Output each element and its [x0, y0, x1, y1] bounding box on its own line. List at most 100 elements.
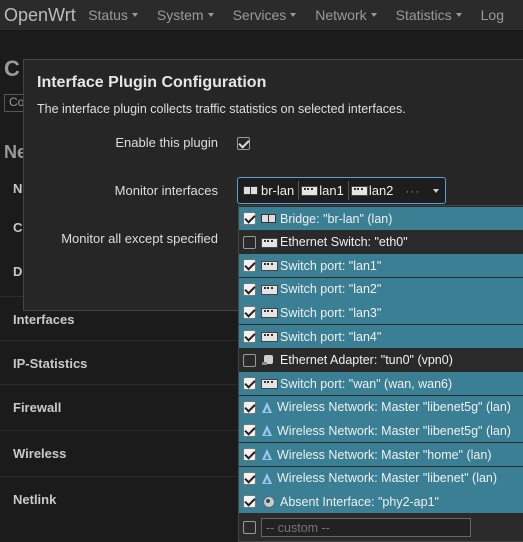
option-label: Wireless Network: Master "libenet5g" (la…: [277, 400, 511, 415]
enable-plugin-label: Enable this plugin: [115, 135, 218, 150]
option-checkbox[interactable]: [243, 495, 256, 509]
chevron-down-icon: [455, 13, 462, 17]
option-checkbox[interactable]: [243, 212, 256, 225]
nav-services[interactable]: Services: [233, 7, 297, 23]
switch-icon: [261, 237, 278, 248]
nav-system-label: System: [156, 7, 204, 23]
switch-icon: [261, 378, 278, 390]
switch-icon: [350, 185, 368, 196]
option-checkbox[interactable]: [243, 400, 256, 414]
interface-option[interactable]: Switch port: "lan4": [239, 325, 523, 348]
config-tab[interactable]: Co: [4, 94, 24, 112]
more-indicator: ···: [405, 183, 421, 198]
nav-status-label: Status: [88, 7, 128, 23]
chevron-down-icon: [433, 189, 439, 193]
option-checkbox[interactable]: [243, 282, 256, 296]
chip-label: lan2: [368, 183, 394, 198]
chevron-down-icon: [370, 13, 377, 17]
option-checkbox[interactable]: [243, 235, 256, 249]
plugin-row-label: Firewall: [13, 400, 62, 415]
chip-label: br-lan: [261, 183, 295, 198]
custom-option[interactable]: [239, 516, 523, 539]
modal-title: Interface Plugin Configuration: [37, 74, 267, 91]
chevron-down-icon: [290, 13, 297, 17]
nav-statistics[interactable]: Statistics: [396, 7, 462, 23]
interface-option[interactable]: Bridge: "br-lan" (lan): [239, 207, 523, 230]
interface-option[interactable]: Wireless Network: Master "libenet5g" (la…: [239, 395, 523, 419]
chip-label: lan1: [319, 183, 344, 198]
wifi-icon: [261, 449, 273, 460]
option-label: Bridge: "br-lan" (lan): [280, 211, 393, 226]
option-label: Switch port: "lan2": [280, 282, 382, 297]
switch-icon: [261, 331, 278, 342]
option-label: Ethernet Adapter: "tun0" (vpn0): [280, 353, 453, 368]
enable-plugin-checkbox[interactable]: [237, 137, 250, 150]
option-checkbox[interactable]: [243, 330, 256, 343]
option-label: Ethernet Switch: "eth0": [280, 235, 408, 250]
option-checkbox[interactable]: [243, 377, 256, 391]
switch-icon: [261, 260, 278, 272]
option-label: Wireless Network: Master "home" (lan): [277, 447, 492, 462]
option-label: Switch port: "lan3": [280, 305, 382, 320]
option-label: Switch port: "wan" (wan, wan6): [280, 376, 453, 391]
selected-chip-lan2: lan2: [349, 181, 398, 200]
option-label: Wireless Network: Master "libenet5g" (la…: [277, 423, 511, 438]
monitor-except-label: Monitor all except specified: [61, 231, 218, 246]
interface-option[interactable]: Ethernet Adapter: "tun0" (vpn0): [239, 348, 523, 372]
option-checkbox[interactable]: [243, 259, 256, 273]
option-checkbox[interactable]: [243, 306, 256, 320]
nav-services-label: Services: [232, 7, 287, 23]
plugin-row-firewall[interactable]: Firewall: [0, 384, 240, 430]
option-label: Switch port: "lan1": [280, 258, 382, 273]
switch-icon: [261, 307, 278, 319]
chevron-down-icon: [131, 13, 138, 17]
plugin-row-label: IP-Statistics: [13, 356, 88, 371]
interface-option[interactable]: Ethernet Switch: "eth0": [239, 230, 523, 254]
nav-logout[interactable]: Log: [481, 7, 504, 23]
selected-chip-lan1: lan1: [299, 181, 349, 200]
option-label: Wireless Network: Master "libenet" (lan): [277, 471, 498, 486]
nav-system[interactable]: System: [157, 7, 214, 23]
plugin-row-netlink[interactable]: Netlink: [0, 476, 240, 522]
plugin-row-ip-statistics[interactable]: IP-Statistics: [0, 340, 240, 386]
interface-option[interactable]: Switch port: "wan" (wan, wan6): [239, 372, 523, 396]
nav-network-label: Network: [315, 7, 367, 23]
page-title: C: [4, 56, 20, 81]
chevron-down-icon: [207, 13, 214, 17]
option-checkbox[interactable]: [243, 424, 256, 438]
nav-status[interactable]: Status: [88, 7, 138, 23]
wifi-icon: [261, 401, 273, 413]
option-checkbox[interactable]: [243, 471, 256, 485]
monitor-interfaces-select[interactable]: br-lan lan1 lan2 ···: [237, 177, 446, 204]
row-label-n: N: [13, 181, 23, 196]
option-label: Absent Interface: "phy2-ap1": [280, 494, 439, 509]
option-checkbox[interactable]: [243, 448, 256, 461]
interface-option[interactable]: Wireless Network: Master "home" (lan): [239, 443, 523, 466]
monitor-interfaces-label: Monitor interfaces: [114, 183, 218, 198]
interface-option[interactable]: Wireless Network: Master "libenet" (lan): [239, 466, 523, 490]
plugin-row-label: Interfaces: [13, 312, 75, 327]
interfaces-dropdown: Bridge: "br-lan" (lan) Ethernet Switch: "…: [238, 205, 523, 542]
custom-interface-input[interactable]: [261, 518, 471, 537]
row-label-d: D: [13, 264, 23, 279]
interface-option[interactable]: Switch port: "lan1": [239, 254, 523, 278]
wifi-icon: [261, 472, 273, 484]
plugin-row-label: Netlink: [13, 492, 57, 507]
nav-statistics-label: Statistics: [395, 7, 452, 23]
absent-icon: [261, 496, 276, 509]
custom-option-checkbox[interactable]: [243, 521, 256, 534]
switch-icon: [301, 185, 319, 196]
switch-icon: [261, 284, 278, 295]
interface-option[interactable]: Wireless Network: Master "libenet5g" (la…: [239, 419, 523, 443]
interface-option[interactable]: Switch port: "lan2": [239, 277, 523, 301]
bridge-icon: [243, 185, 258, 196]
interface-option[interactable]: Switch port: "lan3": [239, 301, 523, 325]
bridge-icon: [261, 213, 276, 224]
interface-option[interactable]: Absent Interface: "phy2-ap1": [239, 490, 523, 514]
top-navbar: OpenWrt Status System Services Network S…: [0, 0, 523, 30]
brand-logo[interactable]: OpenWrt: [0, 5, 88, 26]
nav-network[interactable]: Network: [315, 7, 377, 23]
plugin-row-label: Wireless: [13, 446, 67, 461]
option-checkbox[interactable]: [243, 353, 256, 367]
plugin-row-wireless[interactable]: Wireless: [0, 430, 240, 476]
